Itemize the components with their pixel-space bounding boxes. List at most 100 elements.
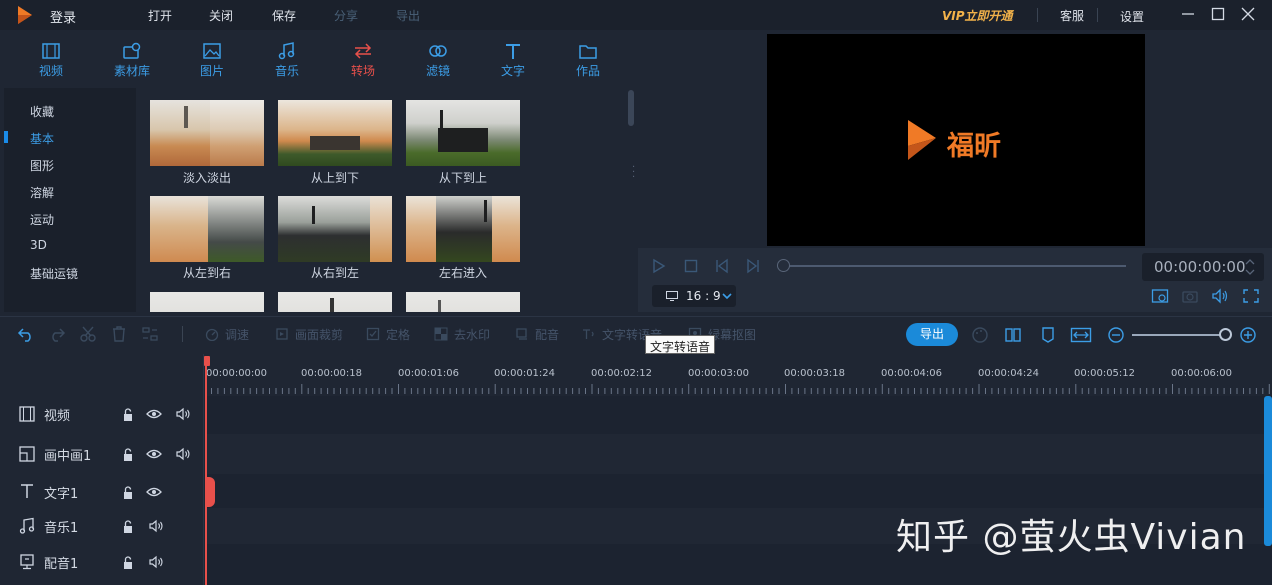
speaker-icon[interactable] [148,518,164,534]
undo-icon[interactable] [17,325,35,343]
transition-thumb[interactable] [278,292,392,312]
timecode-spinner-icon[interactable] [1244,255,1256,279]
transition-subcategory-list: 收藏 基本 图形 溶解 运动 3D 基础运镜 [4,88,136,312]
subcat-3d[interactable]: 3D [30,238,47,252]
zoom-slider-track[interactable] [1132,334,1226,336]
dubbing-button[interactable]: 配音 [515,326,559,343]
speed-button[interactable]: 调速 [205,326,249,343]
marker-icon[interactable] [1039,326,1057,344]
transition-thumb[interactable] [150,292,264,312]
remove-watermark-button[interactable]: 去水印 [434,326,490,343]
transition-thumb[interactable] [278,196,392,262]
menu-open[interactable]: 打开 [148,7,172,24]
freeze-frame-button[interactable]: 定格 [366,326,410,343]
brand-logo-icon [908,120,936,160]
speaker-icon[interactable] [175,446,191,462]
video-lane[interactable] [205,396,1272,434]
lock-icon[interactable] [120,407,136,423]
panel-splitter[interactable]: · · · [632,163,635,183]
playhead[interactable] [205,358,207,585]
subcat-basic[interactable]: 基本 [30,130,54,147]
tab-works-label: 作品 [575,64,600,78]
tab-music[interactable]: 音乐 [257,34,317,88]
lock-icon[interactable] [120,485,136,501]
tab-video[interactable]: 视频 [21,34,81,88]
transition-thumb[interactable] [406,100,520,166]
previous-frame-icon[interactable] [714,258,730,274]
library-scrollbar[interactable] [628,90,634,126]
playback-progress-handle[interactable] [777,259,790,272]
speaker-icon[interactable] [148,554,164,570]
zoom-in-icon[interactable] [1239,326,1257,344]
eye-icon[interactable] [146,484,162,500]
lock-icon[interactable] [120,447,136,463]
subcat-motion[interactable]: 运动 [30,211,54,228]
menu-export[interactable]: 导出 [396,7,420,24]
split-icon[interactable] [141,325,159,343]
snapshot-settings-icon[interactable] [1151,288,1169,304]
freeze-frame-icon [366,327,380,341]
subcat-camera-moves[interactable]: 基础运镜 [30,265,78,282]
dubbing-icon [20,554,34,570]
menu-save[interactable]: 保存 [272,7,296,24]
tab-filter[interactable]: 滤镜 [408,34,468,88]
transition-thumb[interactable] [150,100,264,166]
delete-icon[interactable] [110,325,128,343]
redo-icon[interactable] [48,325,66,343]
palette-icon[interactable] [971,326,989,344]
subcat-dissolve[interactable]: 溶解 [30,184,54,201]
transition-thumb[interactable] [406,196,520,262]
lock-icon[interactable] [120,519,136,535]
tab-library-label: 素材库 [113,64,150,78]
compare-icon[interactable] [1004,326,1022,344]
text-icon [506,44,520,59]
vip-upgrade-link[interactable]: VIP立即开通 [942,7,1013,24]
ruler-label: 00:00:05:12 [1074,368,1136,379]
volume-icon[interactable] [1211,288,1229,304]
export-button[interactable]: 导出 [906,323,958,346]
zoom-out-icon[interactable] [1107,326,1125,344]
track-name: 配音1 [44,557,79,572]
subcat-favorites[interactable]: 收藏 [30,103,54,120]
tab-transition-label: 转场 [350,64,375,78]
film-icon [42,43,60,59]
cut-icon[interactable] [79,325,97,343]
next-frame-icon[interactable] [745,258,761,274]
minimize-icon[interactable] [1178,4,1198,24]
fullscreen-icon[interactable] [1242,288,1260,304]
music-icon [278,42,295,60]
eye-icon[interactable] [146,446,162,462]
tab-library[interactable]: 素材库 [102,34,162,88]
settings-button[interactable]: 设置 [1120,8,1144,25]
lock-icon[interactable] [120,555,136,571]
tab-image[interactable]: 图片 [182,34,242,88]
transition-thumb[interactable] [278,100,392,166]
tab-works[interactable]: 作品 [558,34,618,88]
crop-button[interactable]: 画面裁剪 [275,326,343,343]
tab-text[interactable]: 文字 [483,34,543,88]
customer-service-button[interactable]: 客服 [1060,7,1084,24]
menu-close[interactable]: 关闭 [209,7,233,24]
text-clip-handle[interactable] [205,477,215,507]
menu-share[interactable]: 分享 [334,7,358,24]
speaker-icon[interactable] [175,406,191,422]
transition-thumb[interactable] [406,292,520,312]
eye-icon[interactable] [146,406,162,422]
transition-thumb[interactable] [150,196,264,262]
playhead-handle[interactable] [204,356,210,366]
playback-progress-track[interactable] [788,265,1126,267]
maximize-icon[interactable] [1208,4,1228,24]
pip-lane[interactable] [205,434,1272,474]
tab-transition[interactable]: 转场 [333,34,393,88]
timeline-scrollbar[interactable] [1264,396,1272,546]
play-icon[interactable] [651,258,667,274]
camera-icon[interactable] [1181,288,1199,304]
text-lane[interactable] [205,474,1272,508]
subcat-shapes[interactable]: 图形 [30,157,54,174]
login-button[interactable]: 登录 [50,7,76,26]
stop-icon[interactable] [683,258,699,274]
close-icon[interactable] [1238,4,1258,24]
library-icon [123,42,141,59]
zoom-slider-handle[interactable] [1219,328,1232,341]
fit-timeline-icon[interactable] [1070,326,1092,344]
